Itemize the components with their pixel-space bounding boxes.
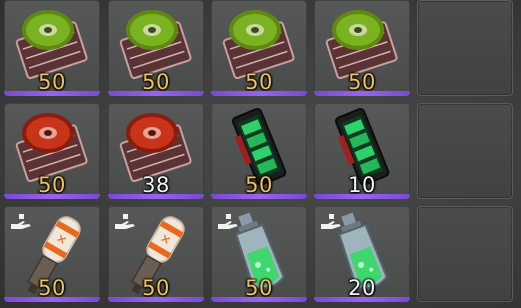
rarity-bar [211, 91, 307, 96]
rarity-bar [211, 297, 307, 302]
rarity-bar [314, 297, 410, 302]
inventory-slot[interactable]: 50 [211, 103, 307, 199]
inventory-slot[interactable]: 50 [4, 0, 100, 96]
rarity-bar [4, 194, 100, 199]
inventory-slot[interactable]: ✕ 50 [108, 206, 204, 302]
inventory-slot[interactable]: 38 [108, 103, 204, 199]
rarity-bar [108, 91, 204, 96]
inventory-slot[interactable]: 20 [314, 206, 410, 302]
rarity-bar [314, 194, 410, 199]
empty-inventory-slot[interactable] [417, 206, 513, 302]
rarity-bar [108, 194, 204, 199]
empty-inventory-slot[interactable] [417, 103, 513, 199]
rarity-bar [4, 297, 100, 302]
inventory-slot[interactable]: ✕ 50 [4, 206, 100, 302]
inventory-slot[interactable]: 50 [4, 103, 100, 199]
rarity-bar [211, 194, 307, 199]
inventory-slot[interactable]: 50 [314, 0, 410, 96]
rarity-bar [108, 297, 204, 302]
inventory-slot[interactable]: 50 [108, 0, 204, 96]
empty-inventory-slot[interactable] [417, 0, 513, 96]
inventory-slot[interactable]: 50 [211, 0, 307, 96]
inventory-slot[interactable]: 50 [211, 206, 307, 302]
inventory-slot[interactable]: 10 [314, 103, 410, 199]
inventory-grid: 50 50 50 50 50 38 50 10 ✕ 50 ✕ 50 50 20 [0, 0, 521, 308]
rarity-bar [4, 91, 100, 96]
rarity-bar [314, 91, 410, 96]
